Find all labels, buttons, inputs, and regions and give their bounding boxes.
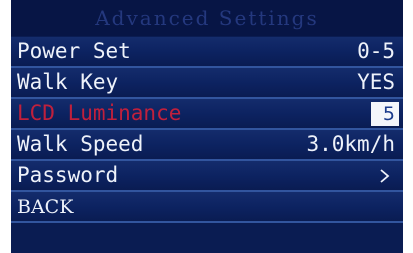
lcd-luminance-label: LCD Luminance (17, 101, 182, 125)
display-screen: Advanced Settings Power Set 0-5 Walk Key… (11, 0, 403, 253)
chevron-right-icon (380, 169, 390, 183)
walk-key-label: Walk Key (17, 70, 119, 94)
title-bar: Advanced Settings (11, 0, 403, 36)
menu-item-walk-key[interactable]: Walk Key YES (11, 68, 403, 99)
settings-menu: Power Set 0-5 Walk Key YES LCD Luminance… (11, 37, 403, 223)
menu-item-power-set[interactable]: Power Set 0-5 (11, 37, 403, 68)
menu-item-back[interactable]: BACK (11, 192, 403, 223)
walk-key-value: YES (357, 70, 395, 94)
menu-item-walk-speed[interactable]: Walk Speed 3.0km/h (11, 130, 403, 161)
password-label: Password (17, 163, 119, 187)
menu-item-password[interactable]: Password (11, 161, 403, 192)
power-set-label: Power Set (17, 39, 131, 63)
back-label: BACK (17, 196, 74, 218)
lcd-luminance-value-box[interactable]: 5 (371, 102, 399, 126)
menu-item-lcd-luminance[interactable]: LCD Luminance 5 (11, 99, 403, 130)
walk-speed-value: 3.0km/h (306, 132, 395, 156)
walk-speed-label: Walk Speed (17, 132, 144, 156)
screen-title: Advanced Settings (95, 6, 319, 30)
power-set-value: 0-5 (357, 39, 395, 63)
